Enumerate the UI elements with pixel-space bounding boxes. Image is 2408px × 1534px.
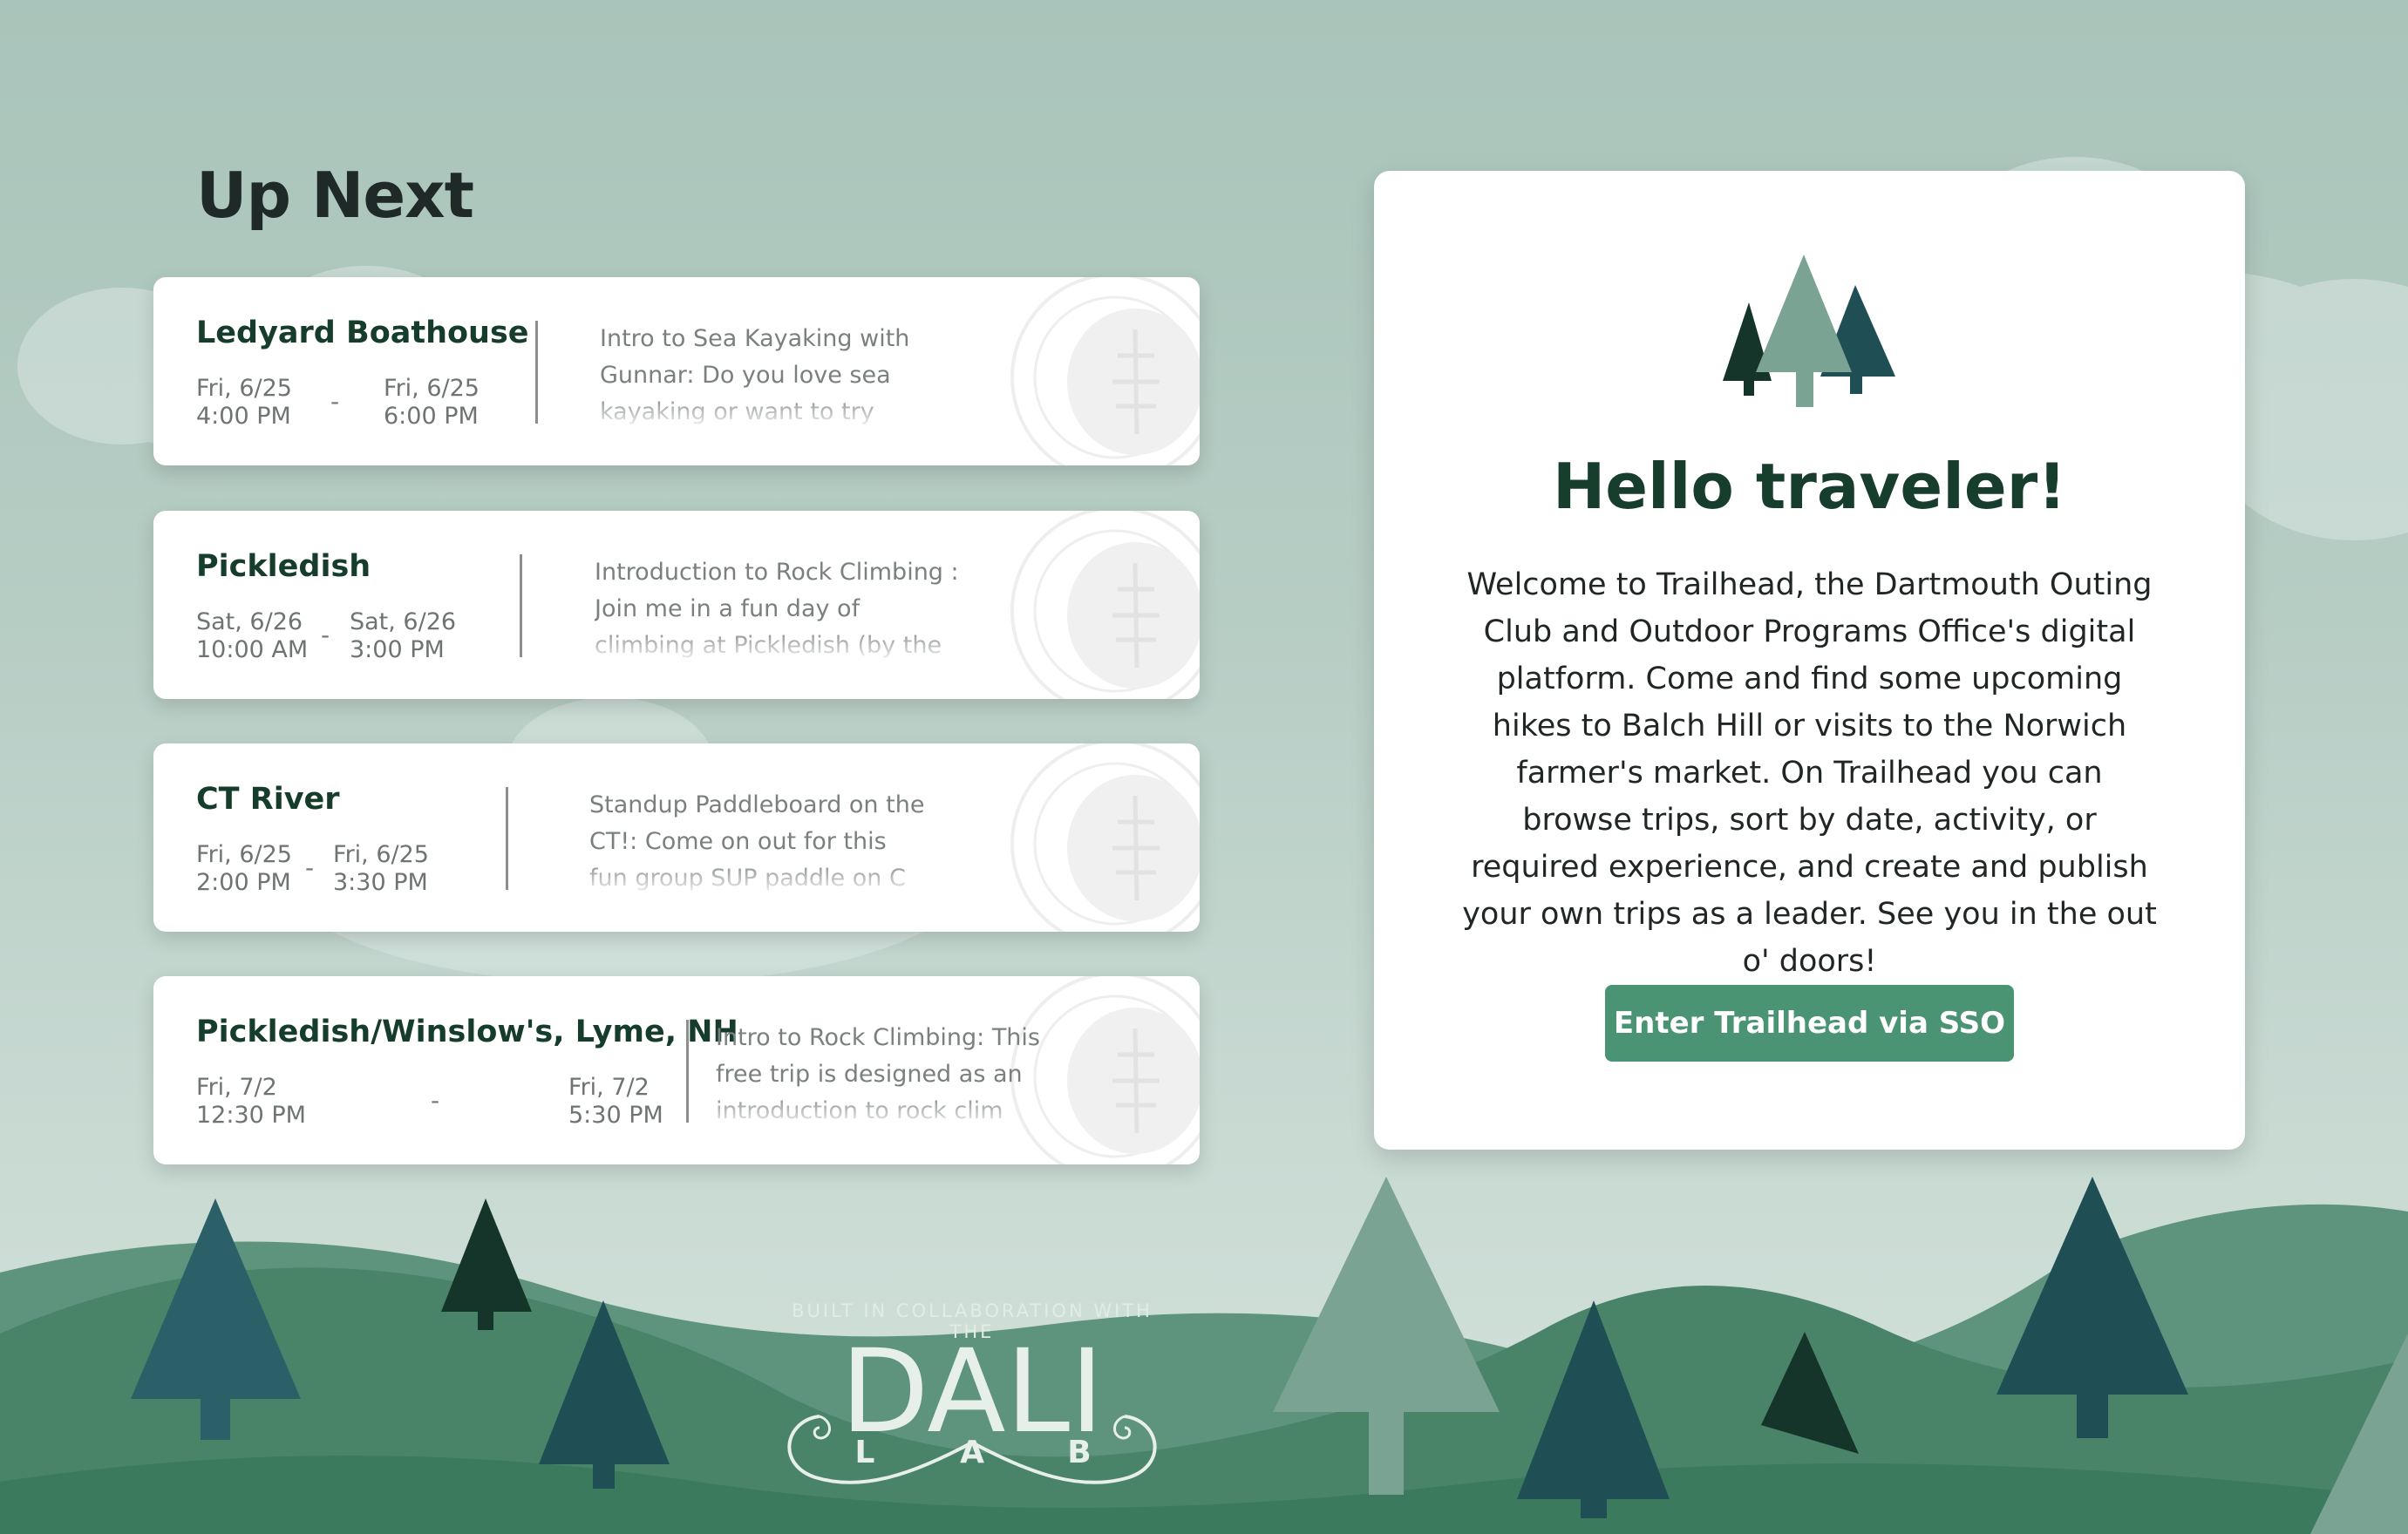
trip-start-date: Fri, 6/25: [196, 841, 292, 868]
trip-start: Fri, 7/2 12:30 PM: [196, 1074, 306, 1130]
trip-end-time: 3:30 PM: [333, 869, 428, 896]
trip-start-time: 12:30 PM: [196, 1102, 306, 1129]
trip-start-time: 10:00 AM: [196, 636, 309, 663]
card-divider: [535, 321, 538, 424]
date-separator: -: [431, 1086, 440, 1115]
trip-start-date: Fri, 6/25: [196, 375, 292, 402]
date-separator: -: [305, 853, 315, 882]
logo-letter-l: L: [855, 1435, 875, 1470]
trip-description: Introduction to Rock Climbing : Join me …: [595, 559, 959, 659]
trip-end-date: Sat, 6/26: [350, 608, 457, 635]
welcome-card: Hello traveler! Welcome to Trailhead, th…: [1374, 171, 2245, 1150]
card-divider: [520, 554, 522, 657]
trip-card[interactable]: Pickledish/Winslow's, Lyme, NH Fri, 7/2 …: [153, 976, 1200, 1164]
trip-end-date: Fri, 7/2: [568, 1074, 650, 1101]
dali-lab-logo: BUILT IN COLLABORATION WITH THE DALI L A…: [767, 1290, 1177, 1499]
dartmouth-seal-watermark: [1006, 743, 1200, 932]
date-separator: -: [330, 387, 340, 416]
trip-start-date: Fri, 7/2: [196, 1074, 277, 1101]
logo-letter-a: A: [960, 1435, 984, 1470]
trip-end-time: 5:30 PM: [568, 1102, 663, 1129]
trip-end: Fri, 6/25 3:30 PM: [333, 841, 429, 897]
trip-end: Fri, 7/2 5:30 PM: [568, 1074, 663, 1130]
trip-end: Fri, 6/25 6:00 PM: [384, 375, 480, 431]
trip-start-date: Sat, 6/26: [196, 608, 303, 635]
dartmouth-seal-watermark: [1006, 277, 1200, 465]
card-divider: [506, 787, 508, 890]
trip-start-time: 4:00 PM: [196, 403, 291, 430]
logo-letter-b: B: [1067, 1435, 1091, 1470]
date-separator: -: [321, 621, 330, 649]
welcome-text: Welcome to Trailhead, the Dartmouth Outi…: [1462, 567, 2157, 979]
trip-end-time: 3:00 PM: [350, 636, 445, 663]
trip-location: Ledyard Boathouse: [196, 316, 529, 350]
trip-card[interactable]: Pickledish Sat, 6/26 10:00 AM - Sat, 6/2…: [153, 511, 1200, 699]
trip-start-time: 2:00 PM: [196, 869, 291, 896]
trip-description: Intro to Sea Kayaking with Gunnar: Do yo…: [600, 325, 910, 425]
trip-location: Pickledish: [196, 549, 371, 584]
trip-end: Sat, 6/26 3:00 PM: [350, 608, 456, 664]
trip-end-date: Fri, 6/25: [384, 375, 480, 402]
trip-end-date: Fri, 6/25: [333, 841, 429, 868]
card-divider: [686, 1020, 689, 1123]
trip-description: Standup Paddleboard on the CT!: Come on …: [589, 791, 925, 892]
dartmouth-seal-watermark: [1006, 511, 1200, 699]
trip-location: CT River: [196, 782, 340, 817]
trip-end-time: 6:00 PM: [384, 403, 479, 430]
trip-card[interactable]: CT River Fri, 6/25 2:00 PM - Fri, 6/25 3…: [153, 743, 1200, 932]
trip-start: Fri, 6/25 4:00 PM: [196, 375, 292, 431]
welcome-heading: Hello traveler!: [1552, 450, 2067, 523]
trip-start: Fri, 6/25 2:00 PM: [196, 841, 292, 897]
trip-description: Intro to Rock Climbing: This free trip i…: [716, 1024, 1040, 1124]
trees-icon: [1723, 255, 1895, 407]
up-next-heading: Up Next: [196, 159, 474, 232]
trip-start: Sat, 6/26 10:00 AM: [196, 608, 308, 664]
trip-location: Pickledish/Winslow's, Lyme, NH: [196, 1015, 738, 1049]
enter-trailhead-sso-button[interactable]: Enter Trailhead via SSO: [1605, 985, 2014, 1062]
trip-card[interactable]: Ledyard Boathouse Fri, 6/25 4:00 PM - Fr…: [153, 277, 1200, 465]
